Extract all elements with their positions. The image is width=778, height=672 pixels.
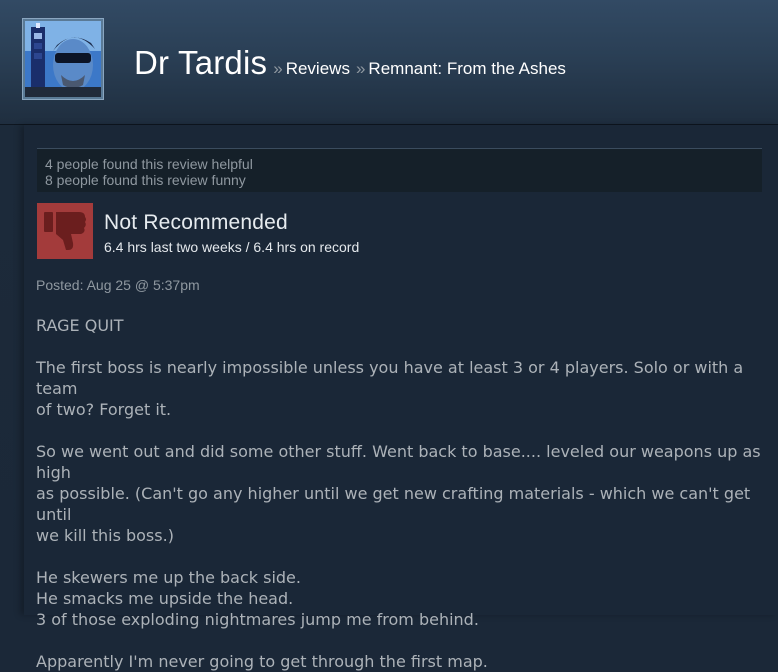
helpful-count-text: 4 people found this review helpful (45, 156, 253, 172)
review-paragraph: Apparently I'm never going to get throug… (36, 651, 761, 672)
playtime-hours: 6.4 hrs last two weeks / 6.4 hrs on reco… (104, 239, 360, 255)
breadcrumb-separator: » (355, 59, 366, 78)
review-text: RAGE QUIT The first boss is nearly impos… (36, 315, 761, 672)
review-line: He skewers me up the back side. (36, 568, 301, 587)
review-verdict: Not Recommended (104, 211, 288, 234)
review-line: Apparently I'm never going to get throug… (36, 652, 488, 671)
avatar (25, 21, 101, 97)
review-line: 3 of those exploding nightmares jump me … (36, 610, 479, 629)
review-paragraph: He skewers me up the back side. He smack… (36, 567, 761, 630)
review-panel: 4 people found this review helpful 8 peo… (24, 125, 778, 671)
user-avatar-link[interactable] (22, 18, 104, 100)
thumbs-down-icon (37, 203, 93, 259)
posted-date: Posted: Aug 25 @ 5:37pm (36, 277, 200, 293)
breadcrumb-reviews-link[interactable]: Reviews (286, 59, 350, 78)
persona-name-link[interactable]: Dr Tardis (134, 44, 267, 81)
review-paragraph: RAGE QUIT (36, 315, 761, 336)
review-ratings-summary: 4 people found this review helpful 8 peo… (37, 148, 762, 192)
breadcrumb-separator: » (273, 59, 283, 78)
review-line: we kill this boss.) (36, 526, 174, 545)
review-line: So we went out and did some other stuff.… (36, 442, 761, 482)
review-line: as possible. (Can't go any higher until … (36, 484, 751, 524)
review-line: The first boss is nearly impossible unle… (36, 358, 744, 398)
review-content: 4 people found this review helpful 8 peo… (0, 125, 778, 671)
review-paragraph: So we went out and did some other stuff.… (36, 441, 761, 546)
review-line: RAGE QUIT (36, 316, 124, 335)
review-paragraph: The first boss is nearly impossible unle… (36, 357, 761, 420)
breadcrumb-game-link[interactable]: Remnant: From the Ashes (368, 59, 565, 78)
breadcrumb: Dr Tardis» Reviews» Remnant: From the Ashe… (134, 44, 566, 82)
funny-count-text: 8 people found this review funny (45, 172, 246, 188)
profile-header: Dr Tardis» Reviews» Remnant: From the Ashe… (0, 0, 778, 125)
review-line: of two? Forget it. (36, 400, 172, 419)
review-line: He smacks me upside the head. (36, 589, 294, 608)
